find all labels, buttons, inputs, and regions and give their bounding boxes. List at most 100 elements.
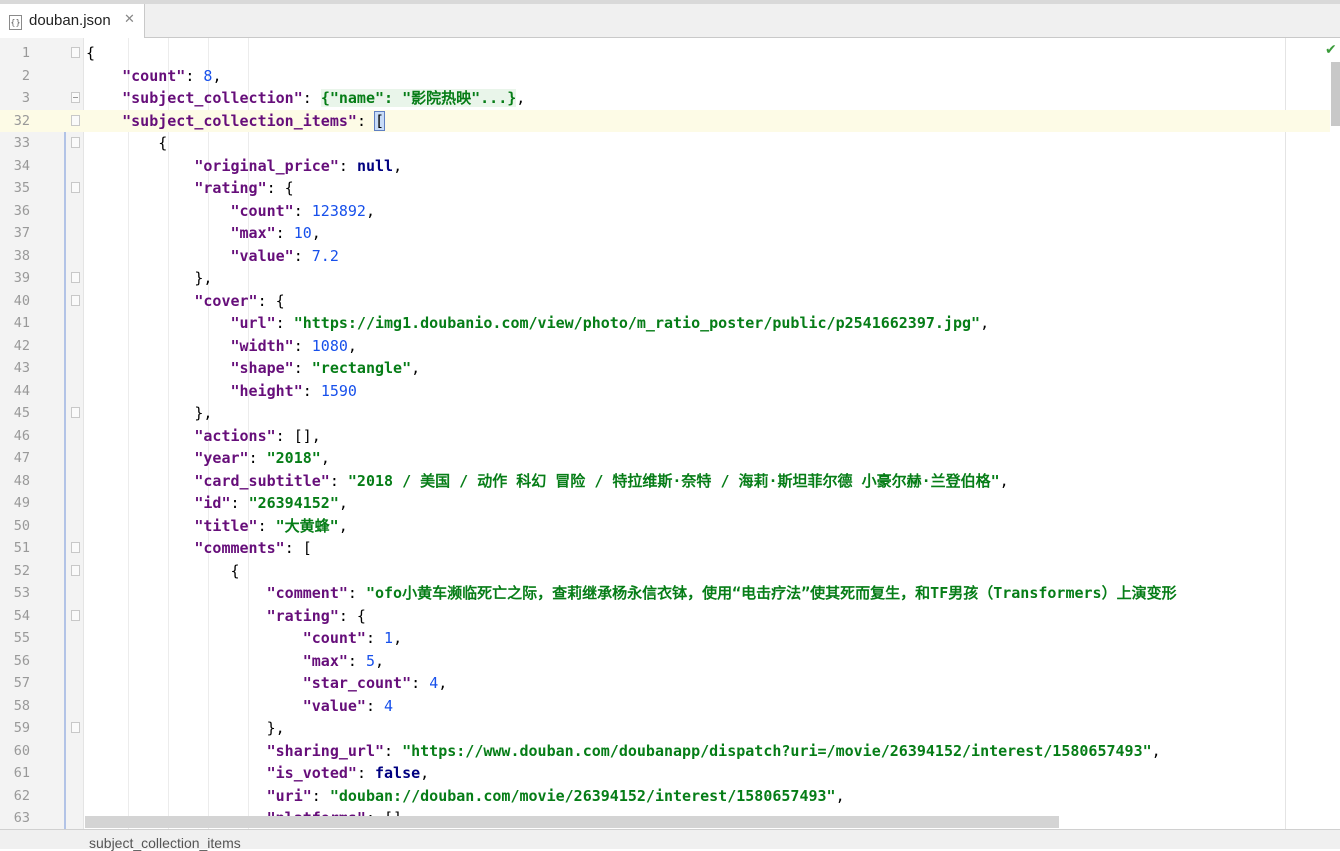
- code-line[interactable]: 61 "is_voted": false,: [0, 762, 1330, 785]
- vertical-scrollbar-thumb[interactable]: [1331, 62, 1340, 126]
- json-number: 10: [293, 224, 312, 242]
- fold-marker-icon[interactable]: [71, 137, 80, 148]
- json-key: "actions": [194, 426, 276, 445]
- code-line[interactable]: 42 "width": 1080,: [0, 335, 1330, 358]
- code-line[interactable]: 47 "year": "2018",: [0, 447, 1330, 470]
- code-text: "url": "https://img1.doubanio.com/view/p…: [86, 312, 990, 335]
- code-line[interactable]: 48 "card_subtitle": "2018 / 美国 / 动作 科幻 冒…: [0, 470, 1330, 493]
- code-line[interactable]: 34 "original_price": null,: [0, 155, 1330, 178]
- code-token: },: [86, 719, 285, 737]
- code-line[interactable]: 57 "star_count": 4,: [0, 672, 1330, 695]
- code-token: :: [293, 201, 312, 220]
- fold-marker-icon[interactable]: [71, 47, 80, 58]
- json-literal: false: [375, 764, 421, 782]
- code-line[interactable]: 40 "cover": {: [0, 290, 1330, 313]
- code-line[interactable]: 52 {: [0, 560, 1330, 583]
- json-string: "26394152": [248, 494, 339, 512]
- line-number: 37: [13, 225, 30, 241]
- json-string: "douban://douban.com/movie/26394152/inte…: [329, 786, 836, 805]
- code-line[interactable]: 43 "shape": "rectangle",: [0, 357, 1330, 380]
- code-line[interactable]: 62 "uri": "douban://douban.com/movie/263…: [0, 785, 1330, 808]
- code-token: ,: [999, 471, 1009, 490]
- code-line[interactable]: 50 "title": "大黄蜂",: [0, 515, 1330, 538]
- code-text: "subject_collection_items": [: [86, 110, 386, 133]
- code-line[interactable]: 3 "subject_collection": {"name": "影院热映".…: [0, 87, 1330, 110]
- fold-marker-icon[interactable]: [71, 407, 80, 418]
- code-line[interactable]: 55 "count": 1,: [0, 627, 1330, 650]
- code-text: {: [86, 132, 167, 155]
- code-line[interactable]: 41 "url": "https://img1.doubanio.com/vie…: [0, 312, 1330, 335]
- line-number: 32: [13, 112, 30, 129]
- check-icon[interactable]: ✔: [1325, 42, 1337, 58]
- code-line[interactable]: 2 "count": 8,: [0, 65, 1330, 88]
- code-editor[interactable]: 1{2 "count": 8, 3 "subject_collection": {…: [0, 38, 1340, 829]
- fold-marker-icon[interactable]: [71, 114, 80, 126]
- fold-marker-icon[interactable]: [71, 272, 80, 283]
- code-text: "max": 5,: [86, 650, 384, 673]
- fold-marker-icon[interactable]: [71, 92, 80, 103]
- json-key: "height": [230, 381, 303, 400]
- json-key: "max": [302, 651, 348, 670]
- fold-marker-icon[interactable]: [71, 182, 80, 193]
- code-line[interactable]: 56 "max": 5,: [0, 650, 1330, 673]
- json-key: "id": [194, 494, 231, 512]
- fold-marker-icon[interactable]: [71, 294, 80, 306]
- code-token: },: [86, 404, 213, 422]
- code-line[interactable]: 60 "sharing_url": "https://www.douban.co…: [0, 740, 1330, 763]
- fold-marker-icon[interactable]: [71, 609, 80, 621]
- code-text: "cover": {: [86, 290, 284, 313]
- horizontal-scrollbar-thumb[interactable]: [85, 816, 1059, 828]
- code-token: :: [248, 449, 267, 467]
- code-line[interactable]: 51 "comments": [: [0, 537, 1330, 560]
- code-line[interactable]: 35 "rating": {: [0, 177, 1330, 200]
- fold-marker-icon[interactable]: [71, 564, 80, 576]
- code-token: {: [86, 134, 168, 152]
- json-number: 1: [384, 629, 394, 647]
- code-line[interactable]: 36 "count": 123892,: [0, 200, 1330, 223]
- line-number: 49: [13, 495, 30, 511]
- code-line[interactable]: 37 "max": 10,: [0, 222, 1330, 245]
- code-token: ,: [393, 629, 403, 647]
- code-line[interactable]: 59 },: [0, 717, 1330, 740]
- code-token: :: [356, 764, 375, 782]
- code-line[interactable]: 53 "comment": "ofo小黄车濒临死亡之际，查莉继承杨永信衣钵，使用…: [0, 582, 1330, 605]
- line-number: 33: [13, 135, 30, 151]
- code-line[interactable]: 45 },: [0, 402, 1330, 425]
- code-line[interactable]: 1{: [0, 42, 1330, 65]
- code-token: :: [275, 314, 294, 332]
- code-line[interactable]: 44 "height": 1590: [0, 380, 1330, 403]
- code-line[interactable]: 46 "actions": [],: [0, 425, 1330, 448]
- json-key: "count": [122, 66, 186, 85]
- code-token: :: [293, 246, 312, 265]
- code-line[interactable]: 39 },: [0, 267, 1330, 290]
- code-token: :: [329, 471, 348, 490]
- code-line[interactable]: 49 "id": "26394152",: [0, 492, 1330, 515]
- code-token: ,: [393, 156, 403, 175]
- fold-marker-icon[interactable]: [71, 542, 80, 553]
- code-text: "comments": [: [86, 537, 311, 560]
- code-line[interactable]: 32 "subject_collection_items": [: [0, 109, 1330, 133]
- json-key: "sharing_url": [266, 741, 385, 760]
- tab-douban-json[interactable]: {} douban.json ✕: [0, 4, 145, 38]
- folded-region[interactable]: {"name": "影院热映"...}: [320, 89, 517, 107]
- code-line[interactable]: 33 {: [0, 132, 1330, 155]
- fold-marker-icon[interactable]: [71, 722, 80, 733]
- code-text: "count": 123892,: [86, 200, 376, 223]
- line-number: 44: [13, 382, 30, 399]
- code-token: :: [338, 156, 357, 175]
- code-token: ,: [375, 651, 385, 670]
- code-line[interactable]: 58 "value": 4: [0, 695, 1330, 718]
- code-line[interactable]: 54 "rating": {: [0, 605, 1330, 628]
- code-line[interactable]: 38 "value": 7.2: [0, 245, 1330, 268]
- close-icon[interactable]: ✕: [124, 12, 135, 27]
- line-number: 39: [13, 270, 30, 286]
